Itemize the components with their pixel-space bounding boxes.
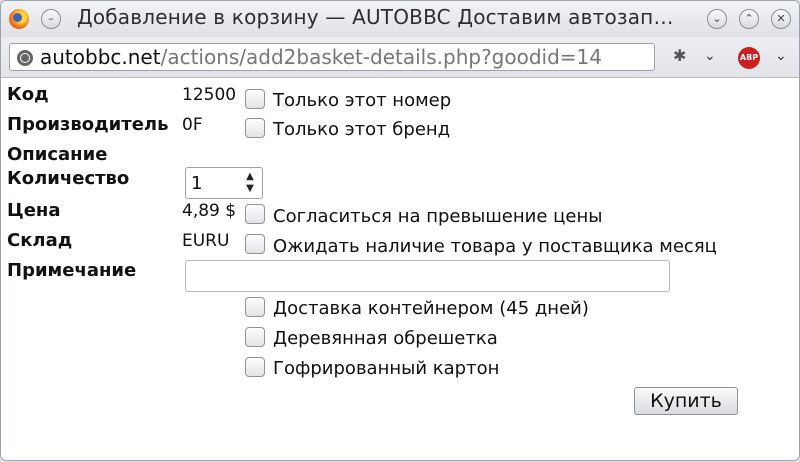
price-label: Цена (7, 200, 61, 221)
option-checkbox-cardboard[interactable] (245, 357, 265, 377)
title-bar: – Добавление в корзину — AUTOBBC Достави… (1, 1, 799, 37)
window-menu-button[interactable]: – (41, 9, 61, 29)
note-input[interactable] (185, 260, 670, 292)
maker-label: Производитель (7, 114, 169, 135)
option-label: Ожидать наличие товара у поставщика меся… (273, 236, 717, 257)
increment-icon[interactable]: ▲ (242, 171, 258, 183)
url-bar[interactable]: autobbc.net/actions/add2basket-details.p… (9, 43, 655, 71)
option-checkbox-container[interactable] (245, 297, 265, 317)
maximize-button[interactable]: ⌃ (739, 9, 759, 29)
url-path: /actions/add2basket-details.php?goodid=1… (160, 45, 603, 69)
add-to-basket-form: Код 12500 Производитель 0F Описание Коли… (1, 78, 799, 460)
chevron-down-icon[interactable]: ⌄ (704, 48, 716, 64)
note-label: Примечание (7, 260, 137, 281)
option-label: Гофрированный картон (273, 358, 500, 379)
option-label: Доставка контейнером (45 дней) (273, 298, 589, 319)
maker-value: 0F (182, 115, 203, 135)
quantity-stepper[interactable]: 1 ▲ ▼ (185, 167, 263, 199)
url-host: autobbc.net (40, 45, 161, 69)
close-button[interactable]: ✕ (771, 9, 791, 29)
code-label: Код (7, 84, 49, 105)
price-value: 4,89 $ (182, 201, 237, 221)
stock-label: Склад (7, 230, 73, 251)
stock-value: EURU (182, 231, 230, 251)
decrement-icon[interactable]: ▼ (242, 183, 258, 195)
chevron-down-icon[interactable]: ⌄ (775, 48, 787, 64)
option-checkbox-only-brand[interactable] (245, 118, 265, 138)
option-checkbox-price-exceed[interactable] (245, 204, 265, 224)
buy-button[interactable]: Купить (634, 387, 738, 415)
bug-icon[interactable]: ✱ (673, 46, 691, 66)
code-value: 12500 (182, 85, 237, 105)
option-label: Согласиться на превышение цены (273, 206, 603, 227)
url-text: autobbc.net/actions/add2basket-details.p… (40, 45, 602, 69)
adblock-plus-icon[interactable]: ABP (738, 47, 760, 69)
popup-window: – Добавление в корзину — AUTOBBC Достави… (0, 0, 800, 461)
firefox-icon (9, 9, 29, 29)
option-checkbox-only-number[interactable] (245, 89, 265, 109)
globe-icon (17, 50, 33, 66)
option-label: Только этот бренд (273, 119, 451, 140)
option-label: Деревянная обрешетка (273, 328, 498, 349)
description-label: Описание (7, 144, 108, 165)
option-label: Только этот номер (273, 90, 452, 111)
quantity-value: 1 (191, 173, 203, 194)
window-title: Добавление в корзину — AUTOBBC Доставим … (77, 5, 674, 29)
minimize-button[interactable]: ⌄ (707, 9, 727, 29)
quantity-label: Количество (7, 168, 130, 189)
option-checkbox-wait-supplier[interactable] (245, 234, 265, 254)
option-checkbox-wooden-crate[interactable] (245, 327, 265, 347)
